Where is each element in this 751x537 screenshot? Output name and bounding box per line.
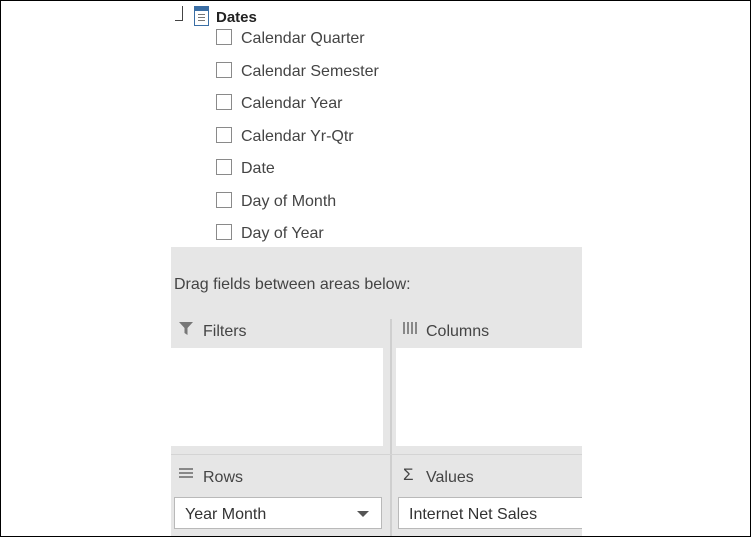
values-field-label: Internet Net Sales: [409, 506, 538, 523]
table-icon: [194, 6, 209, 26]
field-checkbox[interactable]: [216, 224, 232, 240]
field-label: Calendar Quarter: [241, 30, 365, 47]
field-item-day-of-year[interactable]: Day of Year: [216, 224, 556, 248]
sigma-icon: Σ: [403, 465, 414, 484]
columns-drop-zone[interactable]: [396, 348, 582, 446]
field-checkbox[interactable]: [216, 127, 232, 143]
field-label: Calendar Year: [241, 95, 343, 112]
filter-icon: [179, 322, 193, 335]
field-checkbox[interactable]: [216, 29, 232, 45]
values-field-internet-net-sales[interactable]: Internet Net Sales: [398, 497, 582, 529]
filters-area-label: Filters: [203, 323, 247, 340]
field-item-day-of-month[interactable]: Day of Month: [216, 192, 556, 216]
drag-hint-text: Drag fields between areas below:: [174, 276, 411, 293]
field-item-date[interactable]: Date: [216, 159, 556, 183]
field-label: Calendar Yr-Qtr: [241, 128, 354, 145]
field-checkbox[interactable]: [216, 62, 232, 78]
field-item-calendar-semester[interactable]: Calendar Semester: [216, 62, 556, 86]
field-checkbox[interactable]: [216, 159, 232, 175]
chevron-down-icon[interactable]: [357, 511, 369, 517]
screenshot-frame: Dates Calendar Quarter Calendar Semester…: [0, 0, 751, 537]
field-item-calendar-quarter[interactable]: Calendar Quarter: [216, 29, 556, 53]
columns-icon: [403, 322, 417, 334]
rows-field-year-month[interactable]: Year Month: [174, 497, 382, 529]
field-item-calendar-year[interactable]: Calendar Year: [216, 94, 556, 118]
field-label: Day of Month: [241, 193, 337, 210]
rows-field-label: Year Month: [185, 506, 267, 523]
field-label: Date: [241, 160, 275, 177]
field-item-calendar-yr-qtr[interactable]: Calendar Yr-Qtr: [216, 127, 556, 151]
area-divider: [390, 319, 392, 536]
filters-drop-zone[interactable]: [171, 348, 383, 446]
field-label: Calendar Semester: [241, 63, 379, 80]
field-checkbox[interactable]: [216, 192, 232, 208]
tree-connector: [175, 20, 183, 21]
pivot-areas-section: Drag fields between areas below: Filters…: [171, 247, 582, 536]
tree-connector: [182, 6, 183, 21]
values-area-label: Values: [426, 469, 474, 486]
area-divider: [171, 454, 582, 455]
table-name-dates[interactable]: Dates: [216, 9, 257, 26]
rows-icon: [179, 468, 193, 478]
columns-area-label: Columns: [426, 323, 490, 340]
rows-area-label: Rows: [203, 469, 244, 486]
field-checkbox[interactable]: [216, 94, 232, 110]
field-label: Day of Year: [241, 225, 324, 242]
